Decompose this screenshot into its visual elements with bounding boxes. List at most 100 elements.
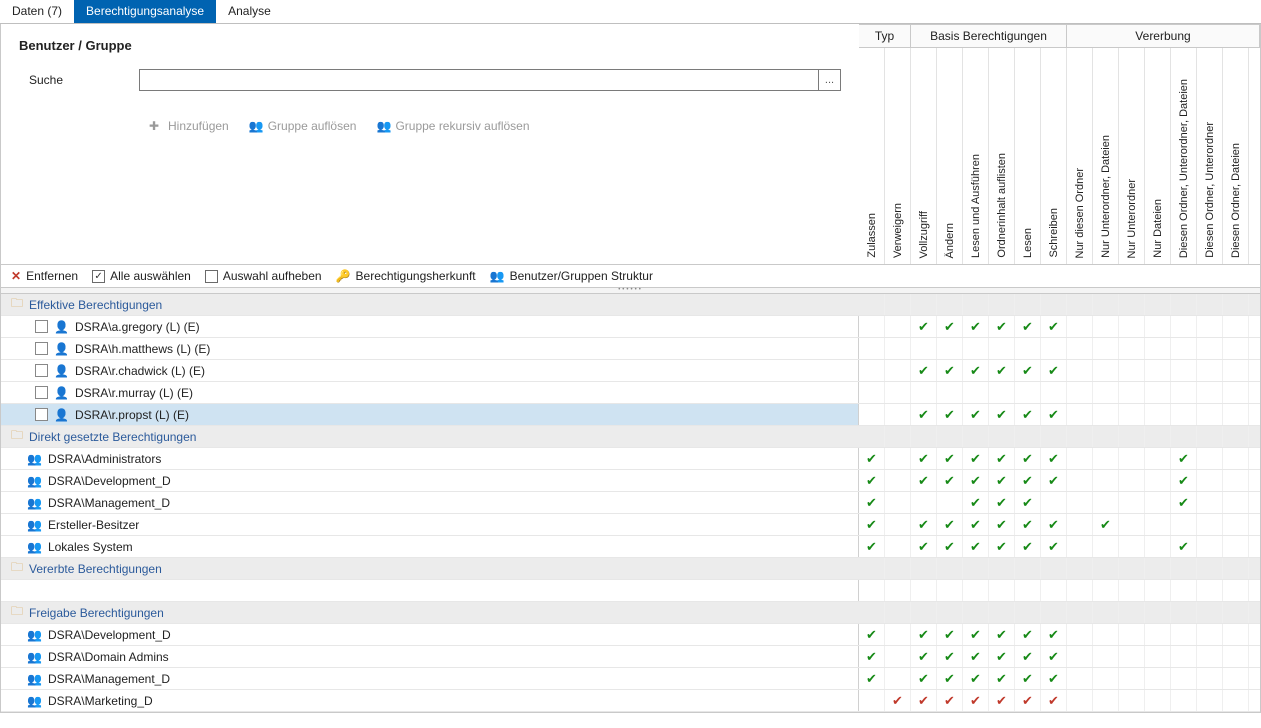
deny-check-icon: ✔: [1048, 693, 1059, 709]
user-icon: 👤: [54, 364, 69, 378]
table-row[interactable]: 👥 DSRA\Development_D✔✔✔✔✔✔✔✔: [1, 470, 1260, 492]
column-header[interactable]: Lesen und Ausführen: [963, 48, 989, 264]
group-icon: 👥: [27, 540, 42, 554]
column-header[interactable]: Vollzugriff: [911, 48, 937, 264]
perm-cell: [1093, 404, 1119, 425]
table-row[interactable]: 👤 DSRA\a.gregory (L) (E)✔✔✔✔✔✔: [1, 316, 1260, 338]
column-header[interactable]: Diesen Ordner, Unterordner, Dateien: [1171, 48, 1197, 264]
table-row[interactable]: 👥 DSRA\Domain Admins✔✔✔✔✔✔✔: [1, 646, 1260, 668]
column-header[interactable]: Schreiben: [1041, 48, 1067, 264]
perm-cell: [1119, 690, 1145, 711]
group-header[interactable]: 🗀 Direkt gesetzte Berechtigungen: [1, 426, 1260, 448]
column-header[interactable]: Nur Unterordner: [1119, 48, 1145, 264]
check-icon: ✔: [996, 539, 1007, 555]
group-header[interactable]: 🗀 Freigabe Berechtigungen: [1, 602, 1260, 624]
column-header[interactable]: Zulassen: [859, 48, 885, 264]
column-header[interactable]: Verweigern: [885, 48, 911, 264]
check-icon: ✔: [970, 451, 981, 467]
perm-cell: ✔: [1015, 360, 1041, 381]
column-header-label: Schreiben: [1048, 202, 1060, 264]
search-input[interactable]: [140, 70, 818, 90]
perm-cell: [1015, 382, 1041, 403]
check-icon: ✔: [1022, 363, 1033, 379]
table-row[interactable]: 👤 DSRA\r.chadwick (L) (E)✔✔✔✔✔✔: [1, 360, 1260, 382]
perm-cell: [1145, 668, 1171, 689]
perm-cell: [1119, 624, 1145, 645]
row-checkbox[interactable]: [35, 364, 48, 377]
table-row[interactable]: [1, 580, 1260, 602]
table-row[interactable]: 👥 DSRA\Management_D✔✔✔✔✔: [1, 492, 1260, 514]
column-header[interactable]: Nur diesen Ordner: [1067, 48, 1093, 264]
table-row[interactable]: 👥 Ersteller-Besitzer✔✔✔✔✔✔✔✔: [1, 514, 1260, 536]
table-row[interactable]: 👤 DSRA\h.matthews (L) (E): [1, 338, 1260, 360]
column-header[interactable]: Nur Dateien: [1145, 48, 1171, 264]
group-header[interactable]: 🗀 Vererbte Berechtigungen: [1, 558, 1260, 580]
tab-berechtigungsanalyse[interactable]: Berechtigungsanalyse: [74, 0, 216, 23]
row-checkbox[interactable]: [35, 320, 48, 333]
check-icon: ✔: [918, 671, 929, 687]
table-row[interactable]: 👥 DSRA\Management_D✔✔✔✔✔✔✔: [1, 668, 1260, 690]
column-header[interactable]: Ändern: [937, 48, 963, 264]
perm-cell: ✔: [911, 514, 937, 535]
check-icon: ✔: [1048, 473, 1059, 489]
column-header[interactable]: Diesen Ordner, Dateien: [1223, 48, 1249, 264]
perm-cell: ✔: [911, 624, 937, 645]
user-group-structure-button[interactable]: 👥Benutzer/Gruppen Struktur: [490, 269, 653, 283]
check-icon: ✔: [944, 627, 955, 643]
user-icon: 👤: [54, 320, 69, 334]
check-icon: ✔: [996, 319, 1007, 335]
check-icon: ✔: [918, 627, 929, 643]
check-icon: ✔: [996, 451, 1007, 467]
perm-cell: [1093, 646, 1119, 667]
deselect-button[interactable]: Auswahl aufheben: [205, 269, 322, 283]
perm-cell: [1093, 536, 1119, 557]
perm-cell: ✔: [911, 690, 937, 711]
perm-cell: ✔: [1015, 514, 1041, 535]
browse-button[interactable]: ...: [818, 70, 840, 90]
perm-cell: [1145, 492, 1171, 513]
check-icon: ✔: [996, 473, 1007, 489]
perm-cell: [1093, 624, 1119, 645]
table-row[interactable]: 👥 DSRA\Administrators✔✔✔✔✔✔✔✔: [1, 448, 1260, 470]
perm-cell: [1223, 624, 1249, 645]
check-icon: ✔: [944, 649, 955, 665]
perm-cell: ✔: [911, 668, 937, 689]
resolve-group-button[interactable]: 👥Gruppe auflösen: [249, 119, 357, 133]
perm-cell: ✔: [1171, 536, 1197, 557]
select-all-button[interactable]: Alle auswählen: [92, 269, 191, 283]
perm-cell: ✔: [1015, 646, 1041, 667]
tab-daten[interactable]: Daten (7): [0, 0, 74, 23]
tab-analyse[interactable]: Analyse: [216, 0, 283, 23]
add-button[interactable]: ✚Hinzufügen: [149, 119, 229, 133]
check-icon: ✔: [944, 319, 955, 335]
column-header[interactable]: Ordnerinhalt auflisten: [989, 48, 1015, 264]
perm-cell: [937, 580, 963, 601]
perm-cell: ✔: [989, 492, 1015, 513]
row-checkbox[interactable]: [35, 408, 48, 421]
table-row[interactable]: 👥 DSRA\Development_D✔✔✔✔✔✔✔: [1, 624, 1260, 646]
check-icon: ✔: [1022, 649, 1033, 665]
column-header[interactable]: Nur Unterordner, Dateien: [1093, 48, 1119, 264]
perm-cell: [1119, 316, 1145, 337]
row-name: DSRA\Marketing_D: [48, 694, 153, 708]
column-header[interactable]: Lesen: [1015, 48, 1041, 264]
remove-button[interactable]: ✕Entfernen: [11, 269, 78, 283]
perm-cell: ✔: [963, 668, 989, 689]
permission-origin-button[interactable]: 🔑Berechtigungsherkunft: [336, 269, 476, 283]
column-header[interactable]: Diesen Ordner, Unterordner: [1197, 48, 1223, 264]
structure-icon: 👥: [490, 269, 505, 283]
perm-cell: ✔: [859, 448, 885, 469]
perm-cell: [1145, 580, 1171, 601]
group-header[interactable]: 🗀 Effektive Berechtigungen: [1, 294, 1260, 316]
perm-cell: ✔: [963, 448, 989, 469]
table-row[interactable]: 👥 DSRA\Marketing_D✔✔✔✔✔✔✔: [1, 690, 1260, 712]
row-name: DSRA\r.propst (L) (E): [75, 408, 189, 422]
row-checkbox[interactable]: [35, 386, 48, 399]
table-row[interactable]: 👥 Lokales System✔✔✔✔✔✔✔✔: [1, 536, 1260, 558]
perm-cell: ✔: [937, 536, 963, 557]
table-row[interactable]: 👤 DSRA\r.propst (L) (E)✔✔✔✔✔✔: [1, 404, 1260, 426]
table-row[interactable]: 👤 DSRA\r.murray (L) (E): [1, 382, 1260, 404]
row-checkbox[interactable]: [35, 342, 48, 355]
resolve-group-recursive-button[interactable]: 👥Gruppe rekursiv auflösen: [376, 119, 529, 133]
perm-cell: [1145, 470, 1171, 491]
